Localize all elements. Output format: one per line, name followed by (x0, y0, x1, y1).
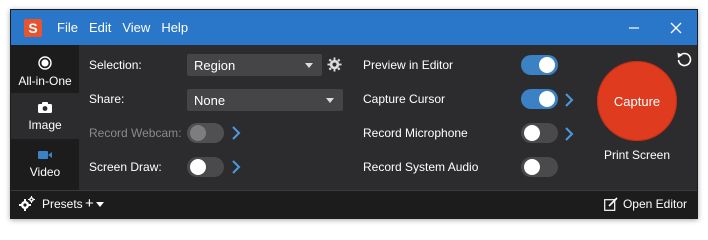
capture-cursor-toggle[interactable] (521, 89, 558, 109)
record-webcam-label: Record Webcam: (89, 126, 182, 140)
reset-settings-icon[interactable] (676, 51, 692, 67)
record-microphone-label: Record Microphone (363, 126, 468, 140)
toggle-knob (190, 159, 206, 175)
toggle-knob (524, 159, 540, 175)
gears-icon (19, 196, 35, 211)
tab-video[interactable]: Video (11, 141, 79, 187)
open-editor-button[interactable]: Open Editor (604, 197, 687, 211)
menu-bar: File Edit View Help (57, 20, 199, 35)
record-system-audio-toggle[interactable] (521, 157, 558, 177)
screen-draw-toggle[interactable] (187, 157, 224, 177)
share-value: None (194, 92, 226, 108)
selection-settings-gear-icon[interactable] (327, 57, 342, 72)
snagit-capture-window: S File Edit View Help All-in-One Image V… (10, 9, 698, 219)
tab-video-label: Video (29, 165, 61, 179)
snagit-logo-icon: S (24, 18, 42, 37)
chevron-down-icon (95, 202, 104, 207)
minimize-icon (629, 26, 639, 29)
screen-draw-options-chevron-right-icon[interactable] (231, 160, 241, 174)
open-editor-label: Open Editor (622, 197, 687, 211)
add-preset-label: + (85, 195, 94, 212)
share-label: Share: (89, 92, 125, 106)
toggle-knob (190, 125, 206, 141)
record-system-audio-label: Record System Audio (363, 160, 479, 174)
toggle-knob (539, 57, 555, 73)
screen-draw-label: Screen Draw: (89, 160, 162, 174)
chevron-down-icon (305, 63, 313, 68)
title-bar: S File Edit View Help (11, 10, 697, 45)
webcam-options-chevron-right-icon[interactable] (231, 126, 241, 140)
record-webcam-toggle[interactable] (187, 123, 224, 143)
edit-icon (604, 197, 618, 211)
selection-dropdown[interactable]: Region (187, 54, 322, 76)
minimize-button[interactable] (613, 10, 655, 45)
chevron-down-icon (326, 98, 334, 103)
tab-all-in-one-label: All-in-One (18, 74, 72, 88)
close-icon (670, 22, 682, 33)
radio-icon (38, 56, 52, 70)
selection-value: Region (194, 57, 236, 73)
footer-bar: Presets + Open Editor (11, 190, 697, 218)
presets-label: Presets (42, 197, 83, 211)
preview-in-editor-label: Preview in Editor (363, 58, 454, 72)
video-camera-icon (38, 151, 52, 159)
record-microphone-toggle[interactable] (521, 123, 558, 143)
presets-button[interactable]: Presets (19, 196, 83, 212)
tab-all-in-one[interactable]: All-in-One (11, 49, 79, 95)
window-controls (613, 10, 697, 45)
capture-cursor-label: Capture Cursor (363, 92, 446, 106)
capture-shortcut-label: Print Screen (603, 148, 671, 162)
toggle-knob (539, 91, 555, 107)
close-button[interactable] (655, 10, 697, 45)
preview-in-editor-toggle[interactable] (521, 55, 558, 75)
selection-label: Selection: (89, 58, 142, 72)
share-dropdown[interactable]: None (187, 89, 343, 111)
add-preset-button[interactable]: + (85, 195, 104, 212)
capture-mode-tabs: All-in-One Image Video (11, 45, 79, 190)
microphone-options-chevron-right-icon[interactable] (564, 127, 574, 141)
menu-file[interactable]: File (57, 20, 78, 35)
camera-icon (38, 101, 52, 113)
capture-button-label: Capture (613, 93, 661, 109)
cursor-options-chevron-right-icon[interactable] (564, 93, 574, 107)
toggle-knob (524, 125, 540, 141)
menu-edit[interactable]: Edit (89, 20, 111, 35)
menu-view[interactable]: View (122, 20, 150, 35)
tab-image[interactable]: Image (11, 93, 79, 139)
menu-help[interactable]: Help (161, 20, 188, 35)
tab-image-label: Image (28, 117, 62, 132)
capture-button[interactable]: Capture (597, 61, 677, 141)
